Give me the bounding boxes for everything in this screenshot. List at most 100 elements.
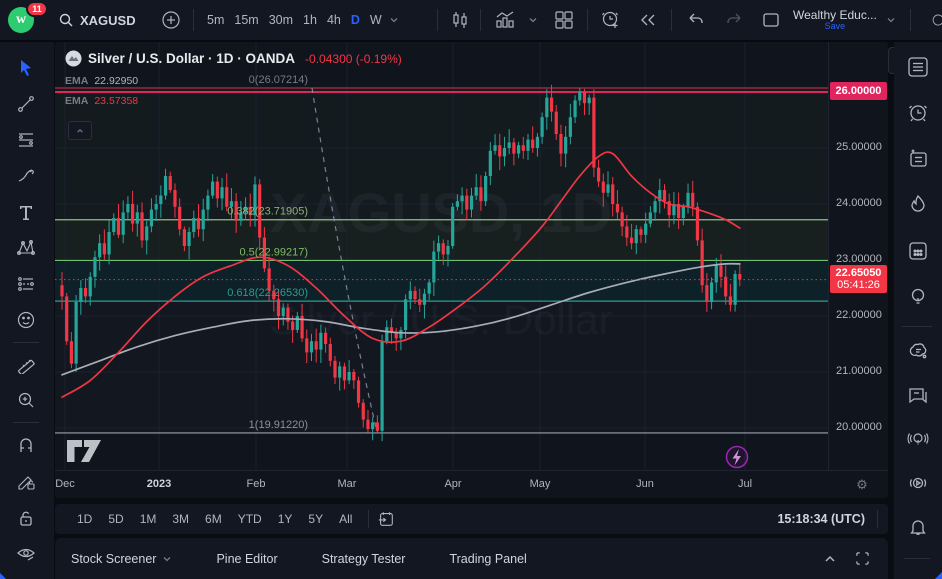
last-price-badge[interactable]: 22.6505005:41:26	[830, 265, 887, 293]
hotlists-flame-icon[interactable]	[903, 188, 933, 222]
compare-add-symbol-button[interactable]	[160, 0, 182, 40]
timeframe-5m[interactable]: 5m	[202, 13, 229, 27]
watchlist-icon[interactable]	[903, 50, 933, 84]
indicators-icon[interactable]	[492, 0, 518, 40]
notes-icon[interactable]	[903, 142, 933, 176]
ema-legend-row[interactable]: EMA 23.57358	[65, 95, 402, 107]
tab-stock-screener[interactable]: Stock Screener	[71, 552, 172, 566]
streams-icon[interactable]	[903, 466, 933, 500]
camera-icon[interactable]	[928, 0, 942, 40]
time-axis[interactable]: ⚙ Dec2023FebMarAprMayJunJul	[55, 470, 888, 499]
price-axis[interactable]: 26.0000025.0000024.0000023.0000022.00000…	[828, 42, 889, 470]
tab-trading-panel[interactable]: Trading Panel	[449, 552, 526, 566]
candle-body	[597, 168, 600, 182]
resize-corner[interactable]	[0, 573, 7, 579]
server-clock[interactable]: 15:18:34 (UTC)	[777, 512, 865, 526]
indicator-templates-chevron-icon[interactable]	[526, 0, 540, 40]
timeframe-1w[interactable]: W	[365, 13, 387, 27]
go-to-date-icon[interactable]	[377, 510, 395, 528]
expand-panel-chevron-icon[interactable]	[823, 552, 837, 566]
candle-body	[202, 210, 205, 230]
candle-body	[93, 257, 96, 277]
save-button[interactable]: Save	[825, 21, 846, 31]
text-tool-icon[interactable]	[11, 196, 41, 228]
range-1d[interactable]: 1D	[69, 512, 100, 526]
alerts-icon[interactable]	[903, 96, 933, 130]
legend-collapse-button[interactable]	[68, 121, 92, 140]
range-1m[interactable]: 1M	[132, 512, 165, 526]
ideas-bulb-icon[interactable]	[903, 280, 933, 314]
range-1y[interactable]: 1Y	[270, 512, 301, 526]
toolbar-divider	[671, 9, 672, 31]
candles-style-icon[interactable]	[448, 0, 472, 40]
price-axis-label: 21.00000	[829, 365, 889, 377]
toolbar-divider	[437, 9, 438, 31]
candle-body	[663, 190, 666, 201]
layout-name: Wealthy Educ...	[793, 9, 877, 21]
emoji-tool-icon[interactable]	[11, 304, 41, 336]
tab-label: Pine Editor	[216, 552, 277, 566]
chevron-down-icon[interactable]	[389, 15, 399, 25]
range-5d[interactable]: 5D	[100, 512, 131, 526]
timeframe-30m[interactable]: 30m	[264, 13, 298, 27]
cursor-tool-icon[interactable]	[11, 52, 41, 84]
magnet-tool-icon[interactable]	[11, 430, 41, 462]
resize-corner[interactable]	[935, 572, 942, 579]
timeframe-15m[interactable]: 15m	[229, 13, 263, 27]
candle-body	[696, 207, 699, 241]
candle-body	[428, 282, 431, 293]
candle-body	[691, 193, 694, 207]
undo-icon[interactable]	[684, 0, 708, 40]
tab-strategy-tester[interactable]: Strategy Tester	[322, 552, 406, 566]
redo-icon[interactable]	[722, 0, 746, 40]
tradingview-logo[interactable]	[67, 440, 82, 462]
range-5y[interactable]: 5Y	[300, 512, 331, 526]
candle-body	[413, 291, 416, 299]
candle-body	[409, 291, 412, 299]
range-ytd[interactable]: YTD	[230, 512, 270, 526]
live-ideas-icon[interactable]	[903, 422, 933, 456]
xabcd-pattern-tool-icon[interactable]	[11, 232, 41, 264]
tab-label: Trading Panel	[449, 552, 526, 566]
forecast-tool-icon[interactable]	[11, 268, 41, 300]
multichart-layout-icon[interactable]	[552, 0, 576, 40]
symbol-search-button[interactable]: XAGUSD	[58, 0, 136, 40]
range-all[interactable]: All	[331, 512, 360, 526]
candle-body	[216, 182, 219, 199]
range-3m[interactable]: 3M	[164, 512, 197, 526]
layout-menu-chevron-icon[interactable]	[884, 0, 898, 40]
maximize-panel-icon[interactable]	[855, 551, 870, 566]
timeframe-1d[interactable]: D	[346, 13, 365, 27]
chat-icon[interactable]	[903, 378, 933, 412]
candle-body	[512, 142, 515, 153]
timeframe-4h[interactable]: 4h	[322, 13, 346, 27]
toolbar-separator	[13, 422, 39, 423]
candle-body	[705, 285, 708, 302]
range-6m[interactable]: 6M	[197, 512, 230, 526]
chart-title[interactable]: Silver / U.S. Dollar · 1D · OANDA	[88, 51, 295, 66]
zoom-in-tool-icon[interactable]	[11, 384, 41, 416]
ema-legend-row[interactable]: EMA 22.92950	[65, 75, 402, 87]
tab-pine-editor[interactable]: Pine Editor	[216, 552, 277, 566]
hide-drawings-tool-icon[interactable]	[11, 538, 41, 570]
measure-tool-icon[interactable]	[11, 348, 41, 380]
trend-line-tool-icon[interactable]	[11, 88, 41, 120]
minds-icon[interactable]	[903, 334, 933, 368]
bar-replay-icon[interactable]	[636, 0, 660, 40]
calendar-icon[interactable]	[903, 234, 933, 268]
timeframe-1h[interactable]: 1h	[298, 13, 322, 27]
candle-body	[446, 246, 449, 254]
layout-icon[interactable]	[758, 0, 784, 40]
notifications-bell-icon[interactable]	[903, 510, 933, 544]
alert-price-badge[interactable]: 26.00000	[830, 82, 887, 100]
candle-body	[291, 322, 294, 330]
fib-level-label: 1(19.91220)	[249, 419, 308, 431]
layout-account-menu[interactable]: Wealthy Educ... Save	[793, 0, 877, 40]
create-alert-icon[interactable]	[598, 0, 624, 40]
axis-settings-gear-icon[interactable]: ⚙	[853, 476, 871, 494]
brush-tool-icon[interactable]	[11, 160, 41, 192]
lock-drawings-tool-icon[interactable]	[11, 502, 41, 534]
fib-retracement-tool-icon[interactable]	[11, 124, 41, 156]
tradingview-logo[interactable]	[81, 440, 101, 462]
drawing-mode-tool-icon[interactable]	[11, 466, 41, 498]
